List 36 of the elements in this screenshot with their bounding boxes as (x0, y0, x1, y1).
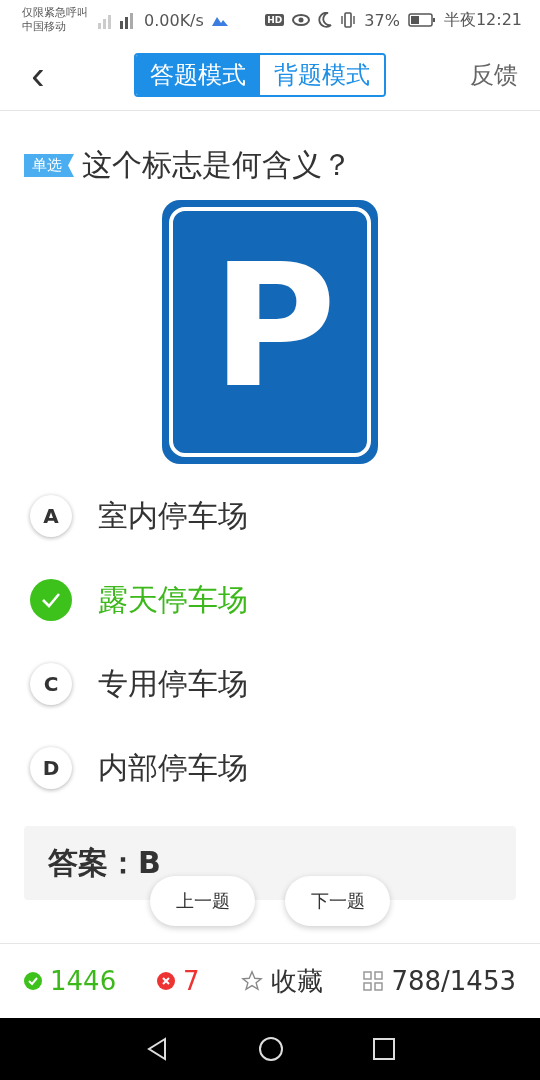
next-button[interactable]: 下一题 (285, 876, 390, 926)
carrier-text: 中国移动 (22, 20, 67, 34)
carrier-text: 仅限紧急呼叫 (22, 6, 88, 20)
option-letter[interactable]: D (30, 747, 72, 789)
correct-count: 1446 (50, 966, 117, 996)
clock-time: 半夜12:21 (443, 9, 522, 31)
question-text: 这个标志是何含义？ (82, 146, 352, 184)
vibrate-icon (340, 12, 357, 28)
check-circle-icon (24, 972, 42, 990)
progress-count[interactable]: 788/1453 (391, 966, 516, 996)
hd-badge: HD (265, 14, 285, 26)
previous-button[interactable]: 上一题 (150, 876, 255, 926)
recent-apps-icon[interactable] (373, 1038, 395, 1060)
eye-icon (292, 14, 311, 26)
parking-sign-drawing: P (162, 200, 378, 464)
grid-icon[interactable] (363, 971, 384, 991)
back-button[interactable]: ‹ (26, 55, 50, 95)
star-icon[interactable] (240, 970, 263, 992)
option-letter[interactable]: C (30, 663, 72, 705)
network-speed: 0.00K/s (144, 10, 204, 30)
option-letter[interactable]: A (30, 495, 72, 537)
moon-icon (318, 12, 333, 28)
signal-icon (96, 11, 136, 29)
feedback-button[interactable]: 反馈 (470, 59, 518, 91)
battery-percent: 37% (364, 10, 400, 30)
error-circle-icon (157, 972, 176, 990)
home-nav-icon[interactable] (259, 1037, 283, 1061)
battery-icon (407, 13, 436, 27)
question-type-tag: 单选 (24, 154, 74, 177)
check-icon[interactable] (30, 579, 72, 621)
back-nav-icon[interactable] (145, 1037, 169, 1061)
wrong-count: 7 (183, 966, 200, 996)
favorite-button[interactable]: 收藏 (270, 963, 323, 999)
option-text[interactable]: 专用停车场 (98, 663, 248, 705)
option-text[interactable]: 室内停车场 (98, 495, 248, 537)
option-text[interactable]: 内部停车场 (98, 747, 248, 789)
